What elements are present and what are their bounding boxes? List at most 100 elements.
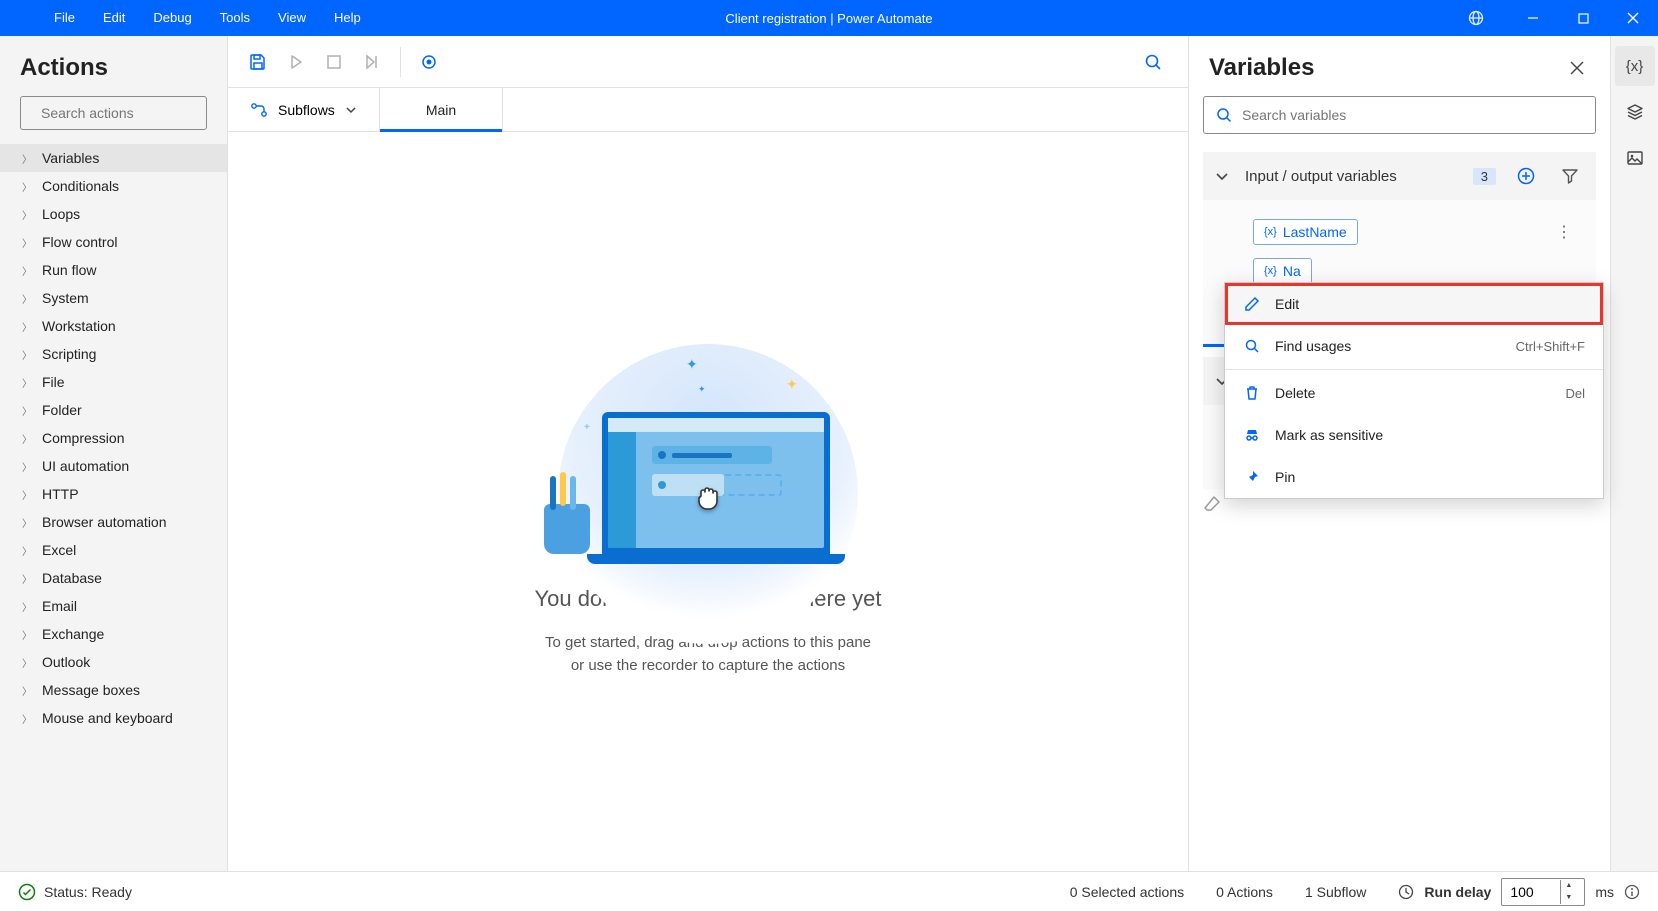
chevron-right-icon: 〉 bbox=[22, 151, 32, 166]
context-delete[interactable]: Delete Del bbox=[1225, 372, 1603, 414]
window-minimize-button[interactable] bbox=[1508, 0, 1558, 36]
action-category[interactable]: 〉Database bbox=[0, 564, 227, 592]
environment-picker[interactable] bbox=[1450, 10, 1508, 26]
run-delay-value[interactable] bbox=[1502, 884, 1560, 900]
menu-help[interactable]: Help bbox=[320, 0, 375, 36]
action-category[interactable]: 〉Mouse and keyboard bbox=[0, 704, 227, 732]
action-category[interactable]: 〉Loops bbox=[0, 200, 227, 228]
actions-search-input[interactable] bbox=[41, 105, 222, 121]
menu-file[interactable]: File bbox=[40, 0, 89, 36]
action-category[interactable]: 〉Variables bbox=[0, 144, 227, 172]
chevron-right-icon: 〉 bbox=[22, 459, 32, 474]
minimize-icon bbox=[1527, 12, 1539, 24]
variable-chip[interactable]: {x}Na bbox=[1253, 258, 1312, 284]
variable-row[interactable]: {x}LastName ⋮ bbox=[1203, 212, 1596, 252]
io-variables-header[interactable]: Input / output variables 3 bbox=[1203, 152, 1596, 200]
action-category[interactable]: 〉HTTP bbox=[0, 480, 227, 508]
rail-ui-elements-button[interactable] bbox=[1615, 92, 1655, 132]
chevron-right-icon: 〉 bbox=[22, 403, 32, 418]
action-category[interactable]: 〉Email bbox=[0, 592, 227, 620]
action-category[interactable]: 〉Workstation bbox=[0, 312, 227, 340]
action-category-label: Exchange bbox=[42, 626, 104, 642]
window-close-button[interactable] bbox=[1608, 0, 1658, 36]
action-category-label: Workstation bbox=[42, 318, 116, 334]
filter-icon bbox=[1562, 168, 1578, 184]
actions-search[interactable] bbox=[20, 96, 207, 130]
delay-up[interactable]: ▲ bbox=[1561, 880, 1576, 892]
toolbar bbox=[228, 36, 1188, 88]
variable-name: LastName bbox=[1283, 224, 1347, 240]
canvas-search-button[interactable] bbox=[1132, 53, 1174, 71]
subflows-icon bbox=[250, 101, 268, 119]
globe-icon bbox=[1468, 10, 1484, 26]
variables-search[interactable] bbox=[1203, 96, 1596, 134]
status-subflows: 1 Subflow bbox=[1305, 884, 1366, 900]
action-category[interactable]: 〉Excel bbox=[0, 536, 227, 564]
variable-chip[interactable]: {x}LastName bbox=[1253, 219, 1358, 245]
action-category-label: Message boxes bbox=[42, 682, 140, 698]
context-find-usages[interactable]: Find usages Ctrl+Shift+F bbox=[1225, 325, 1603, 367]
context-mark-sensitive[interactable]: Mark as sensitive bbox=[1225, 414, 1603, 456]
action-category[interactable]: 〉System bbox=[0, 284, 227, 312]
variables-search-input[interactable] bbox=[1242, 107, 1583, 123]
context-pin[interactable]: Pin bbox=[1225, 456, 1603, 498]
record-button[interactable] bbox=[413, 46, 445, 78]
rail-variables-button[interactable]: {x} bbox=[1615, 46, 1655, 86]
variables-close-button[interactable] bbox=[1564, 55, 1590, 81]
action-category-label: Folder bbox=[42, 402, 82, 418]
action-category[interactable]: 〉Exchange bbox=[0, 620, 227, 648]
action-category[interactable]: 〉UI automation bbox=[0, 452, 227, 480]
action-category-label: Mouse and keyboard bbox=[42, 710, 173, 726]
grab-cursor-icon bbox=[692, 480, 726, 514]
search-icon bbox=[1216, 107, 1232, 123]
ms-label: ms bbox=[1595, 884, 1614, 900]
search-icon bbox=[1243, 338, 1261, 354]
canvas[interactable]: ✦ ✦ ✦ ✦ ✦ + + You don't bbox=[228, 132, 1188, 871]
action-category-label: Loops bbox=[42, 206, 80, 222]
maximize-icon bbox=[1578, 13, 1589, 24]
context-edit-label: Edit bbox=[1275, 296, 1299, 312]
add-variable-button[interactable] bbox=[1512, 162, 1540, 190]
status-actions: 0 Actions bbox=[1216, 884, 1273, 900]
action-category[interactable]: 〉Run flow bbox=[0, 256, 227, 284]
action-category[interactable]: 〉Scripting bbox=[0, 340, 227, 368]
chevron-right-icon: 〉 bbox=[22, 655, 32, 670]
action-category[interactable]: 〉 Folder bbox=[0, 396, 227, 424]
menu-view[interactable]: View bbox=[264, 0, 320, 36]
variable-more-button[interactable]: ⋮ bbox=[1548, 218, 1580, 246]
chevron-right-icon: 〉 bbox=[22, 179, 32, 194]
step-button[interactable] bbox=[356, 46, 388, 78]
stop-button[interactable] bbox=[318, 46, 350, 78]
info-icon[interactable] bbox=[1624, 884, 1640, 900]
action-category-label: Scripting bbox=[42, 346, 96, 362]
context-mark-sensitive-label: Mark as sensitive bbox=[1275, 427, 1383, 443]
action-category[interactable]: 〉Message boxes bbox=[0, 676, 227, 704]
action-category[interactable]: 〉Conditionals bbox=[0, 172, 227, 200]
action-category[interactable]: 〉Compression bbox=[0, 424, 227, 452]
tab-main[interactable]: Main bbox=[380, 88, 503, 131]
action-category[interactable]: 〉File bbox=[0, 368, 227, 396]
menu-debug[interactable]: Debug bbox=[139, 0, 205, 36]
window-maximize-button[interactable] bbox=[1558, 0, 1608, 36]
action-category[interactable]: 〉Browser automation bbox=[0, 508, 227, 536]
action-category[interactable]: 〉Outlook bbox=[0, 648, 227, 676]
menu-tools[interactable]: Tools bbox=[206, 0, 264, 36]
actions-tree[interactable]: 〉Variables〉Conditionals〉Loops〉Flow contr… bbox=[0, 144, 227, 871]
chevron-right-icon: 〉 bbox=[22, 431, 32, 446]
trash-icon bbox=[1243, 385, 1261, 401]
save-button[interactable] bbox=[242, 46, 274, 78]
titlebar: File Edit Debug Tools View Help Client r… bbox=[0, 0, 1658, 36]
status-selected: 0 Selected actions bbox=[1070, 884, 1184, 900]
statusbar: Status: Ready 0 Selected actions 0 Actio… bbox=[0, 871, 1658, 911]
delay-down[interactable]: ▼ bbox=[1561, 892, 1576, 904]
action-category[interactable]: 〉Flow control bbox=[0, 228, 227, 256]
edit-icon bbox=[1243, 296, 1261, 312]
menu-edit[interactable]: Edit bbox=[89, 0, 139, 36]
run-delay-input[interactable]: ▲▼ bbox=[1501, 878, 1585, 906]
variable-name: Na bbox=[1283, 263, 1301, 279]
context-edit[interactable]: Edit bbox=[1225, 283, 1603, 325]
rail-images-button[interactable] bbox=[1615, 138, 1655, 178]
subflows-button[interactable]: Subflows bbox=[228, 88, 380, 131]
run-button[interactable] bbox=[280, 46, 312, 78]
filter-variables-button[interactable] bbox=[1556, 162, 1584, 190]
